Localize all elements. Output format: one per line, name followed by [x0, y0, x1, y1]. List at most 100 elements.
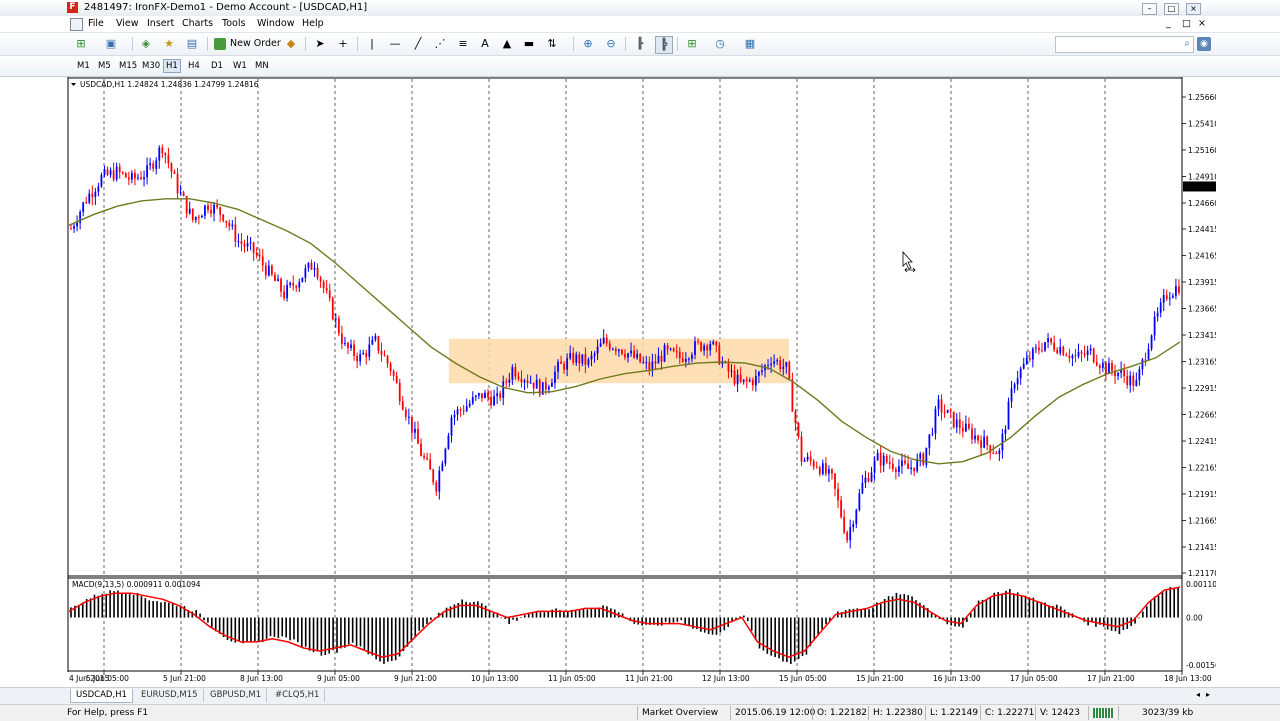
menu-insert[interactable]: Insert	[147, 18, 174, 29]
macd-bar	[105, 593, 108, 618]
tab-scroll-right-icon[interactable]: ▸	[1206, 690, 1210, 699]
profiles-icon[interactable]: ▣	[103, 36, 119, 52]
macd-bar	[70, 607, 72, 618]
chart-info-label: USDCAD,H1 1.24824 1.24836 1.24799 1.2481…	[80, 80, 259, 89]
crosshair-icon[interactable]: +	[335, 36, 351, 52]
macd-bar	[660, 617, 663, 626]
macd-bar	[164, 601, 166, 618]
macd-bar	[355, 617, 358, 647]
search-input[interactable]: ⌕	[1055, 36, 1194, 53]
macd-bar	[261, 617, 264, 643]
terminal-icon[interactable]: ▤	[184, 36, 200, 52]
macd-bar	[1005, 590, 1007, 618]
indicators-icon[interactable]: ⊞	[684, 36, 700, 52]
close-icon[interactable]: ×	[1186, 3, 1201, 15]
tf-m15[interactable]: M15	[117, 60, 139, 72]
tab-clq5-h1[interactable]: #CLQ5,H1	[270, 689, 326, 702]
macd-bar	[121, 592, 123, 618]
macd-bar	[1149, 601, 1152, 618]
y-tick-label: 1.24660	[1188, 199, 1216, 208]
trendline-icon[interactable]: ╱	[410, 36, 426, 52]
chart-window[interactable]: 1.25660 1.25410 1.25160 1.24910 1.24660 1.244…	[67, 77, 1216, 687]
autotrading-icon[interactable]: ◆	[283, 36, 299, 52]
macd-bar	[301, 617, 303, 648]
doc-restore-icon[interactable]: □	[1182, 18, 1191, 29]
zoom-in-icon[interactable]: ⊕	[580, 36, 596, 52]
macd-bar	[418, 617, 420, 631]
zoom-out-icon[interactable]: ⊖	[603, 36, 619, 52]
macd-bar	[477, 601, 479, 618]
menu-file[interactable]: File	[88, 18, 104, 29]
tf-w1[interactable]: W1	[231, 60, 249, 72]
macd-bar	[465, 601, 467, 618]
market-watch-icon[interactable]: ◈	[138, 36, 154, 52]
macd-bar	[402, 617, 405, 651]
text-icon[interactable]: A	[477, 36, 493, 52]
macd-bar	[281, 617, 284, 637]
status-close: C: 1.22271	[985, 708, 1035, 718]
macd-bar	[516, 617, 518, 621]
candle	[124, 172, 127, 178]
macd-bar	[754, 617, 757, 640]
macd-bar	[113, 591, 115, 618]
periods-icon[interactable]: ◷	[712, 36, 728, 52]
macd-bar	[590, 608, 593, 618]
community-icon[interactable]: ◉	[1197, 37, 1211, 51]
new-chart-icon[interactable]: ⊞	[73, 36, 89, 52]
fibonacci-icon[interactable]: ≡	[455, 36, 471, 52]
chart-canvas[interactable]: 1.25660 1.25410 1.25160 1.24910 1.24660 1.244…	[67, 77, 1216, 687]
macd-bar	[958, 617, 960, 627]
cursor-icon[interactable]: ➤	[312, 36, 328, 52]
tf-mn[interactable]: MN	[253, 60, 271, 72]
menu-window[interactable]: Window	[257, 18, 294, 29]
minimize-icon[interactable]: –	[1142, 3, 1157, 15]
tf-h4[interactable]: H4	[186, 60, 202, 72]
macd-bar	[821, 617, 823, 630]
label-icon[interactable]: ▲	[499, 36, 515, 52]
tab-usdcad-h1[interactable]: USDCAD,H1	[70, 689, 133, 703]
templates-icon[interactable]: ▦	[742, 36, 758, 52]
tf-m30[interactable]: M30	[140, 60, 162, 72]
tab-gbpusd-m1[interactable]: GBPUSD,M1	[205, 689, 268, 702]
macd-bar	[273, 617, 276, 637]
macd-bar	[359, 617, 362, 647]
macd-bar	[304, 617, 307, 647]
macd-bar	[406, 617, 409, 647]
macd-bar	[101, 593, 104, 618]
y-tick-label: 1.21665	[1188, 517, 1216, 526]
x-tick-label: 5 Jun 05:00	[86, 674, 129, 683]
horizontal-line-icon[interactable]: —	[387, 36, 403, 52]
menu-charts[interactable]: Charts	[182, 18, 213, 29]
new-order-button[interactable]: New Order	[214, 36, 281, 52]
tab-scroll-left-icon[interactable]: ◂	[1196, 690, 1200, 699]
doc-minimize-icon[interactable]: _	[1166, 18, 1171, 29]
menu-help[interactable]: Help	[302, 18, 324, 29]
macd-bar	[375, 617, 377, 660]
macd-bar	[684, 617, 686, 625]
macd-bar	[461, 599, 463, 618]
vertical-line-icon[interactable]: |	[364, 36, 380, 52]
macd-bar	[868, 609, 870, 618]
objects-icon[interactable]: ⇅	[544, 36, 560, 52]
macd-bar	[124, 592, 127, 618]
candle	[541, 382, 544, 395]
channel-icon[interactable]: ⋰	[432, 36, 448, 52]
macd-bar	[750, 617, 753, 631]
macd-bar	[656, 617, 659, 626]
autoscroll-icon[interactable]: ╠	[655, 36, 673, 54]
maximize-icon[interactable]: □	[1164, 3, 1179, 15]
tab-eurusd-m15[interactable]: EURUSD,M15	[136, 689, 204, 702]
menu-tools[interactable]: Tools	[222, 18, 245, 29]
tile-icon[interactable]: ╟	[632, 36, 648, 52]
macd-bar	[128, 594, 131, 618]
doc-close-icon[interactable]: ×	[1198, 18, 1206, 29]
rectangle-icon[interactable]: ▬	[521, 36, 537, 52]
tf-d1[interactable]: D1	[209, 60, 225, 72]
navigator-icon[interactable]: ★	[161, 36, 177, 52]
tf-m1[interactable]: M1	[75, 60, 92, 72]
menu-view[interactable]: View	[116, 18, 139, 29]
tf-h1[interactable]: H1	[163, 59, 181, 73]
tf-m5[interactable]: M5	[96, 60, 113, 72]
status-low: L: 1.22149	[930, 708, 979, 718]
macd-bar	[813, 617, 816, 641]
